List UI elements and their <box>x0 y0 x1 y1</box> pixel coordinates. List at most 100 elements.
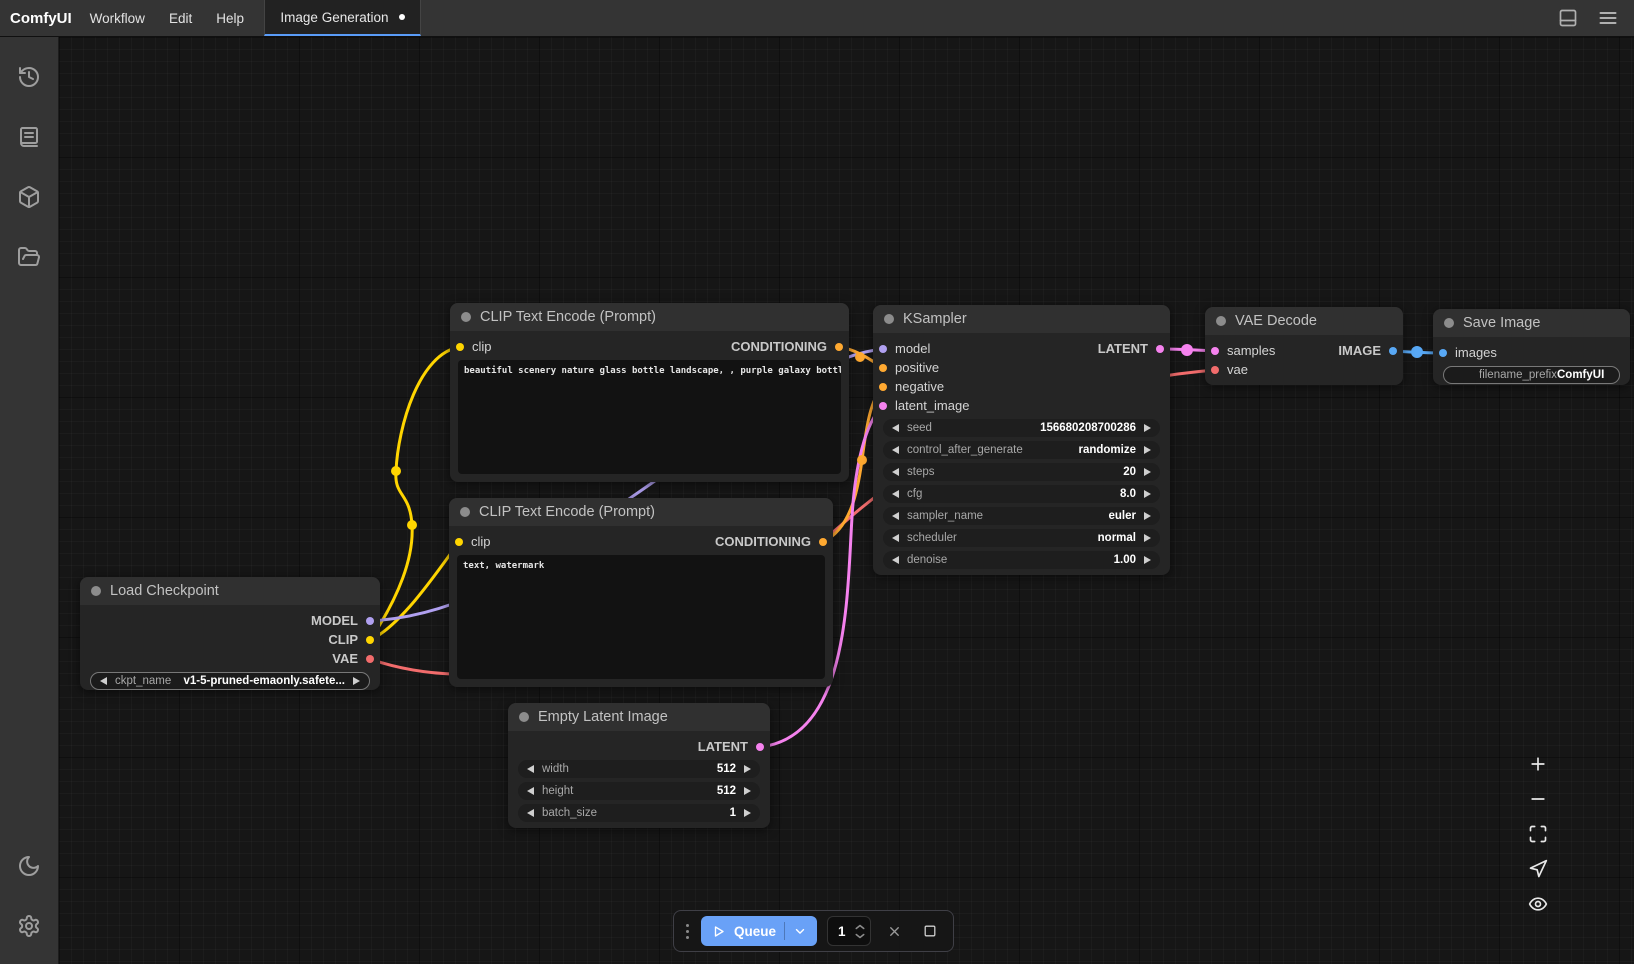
decrement-arrow-icon[interactable] <box>892 446 899 454</box>
decrement-arrow-icon[interactable] <box>527 787 534 795</box>
menu-edit[interactable]: Edit <box>169 0 192 36</box>
output-slot-conditioning[interactable] <box>835 343 843 351</box>
settings-gear-icon[interactable] <box>9 906 49 946</box>
output-slot-latent[interactable] <box>1156 345 1164 353</box>
increment-arrow-icon[interactable] <box>744 787 751 795</box>
model-library-icon[interactable] <box>9 177 49 217</box>
node-status-dot[interactable] <box>1216 316 1226 326</box>
interrupt-x-icon[interactable] <box>881 916 907 946</box>
increment-arrow-icon[interactable] <box>1144 490 1151 498</box>
history-icon[interactable] <box>9 57 49 97</box>
sampler-name-widget[interactable]: sampler_name euler <box>883 507 1160 525</box>
steps-widget[interactable]: steps 20 <box>883 463 1160 481</box>
scheduler-widget[interactable]: scheduler normal <box>883 529 1160 547</box>
app-logo[interactable]: ComfyUI <box>0 0 82 36</box>
node-status-dot[interactable] <box>461 312 471 322</box>
node-library-icon[interactable] <box>9 117 49 157</box>
step-down-icon[interactable] <box>854 932 866 940</box>
node-ksampler[interactable]: KSampler model LATENT positive negative <box>873 305 1170 575</box>
ckpt-name-widget[interactable]: ckpt_name v1-5-pruned-emaonly.safete... <box>90 672 370 690</box>
prompt-textarea[interactable]: text, watermark <box>457 555 825 679</box>
input-slot-samples[interactable] <box>1211 347 1219 355</box>
input-slot-negative[interactable] <box>879 383 887 391</box>
output-slot-image[interactable] <box>1389 347 1397 355</box>
increment-arrow-icon[interactable] <box>1144 534 1151 542</box>
width-widget[interactable]: width 512 <box>518 760 760 778</box>
denoise-widget[interactable]: denoise 1.00 <box>883 551 1160 569</box>
increment-arrow-icon[interactable] <box>1144 556 1151 564</box>
output-slot-vae[interactable] <box>366 655 374 663</box>
node-status-dot[interactable] <box>1444 318 1454 328</box>
node-status-dot[interactable] <box>460 507 470 517</box>
filename-prefix-widget[interactable]: filename_prefix ComfyUI <box>1443 366 1620 384</box>
input-slot-model[interactable] <box>879 345 887 353</box>
node-header[interactable]: CLIP Text Encode (Prompt) <box>449 498 833 526</box>
fit-view-icon[interactable] <box>1525 823 1551 845</box>
cfg-widget[interactable]: cfg 8.0 <box>883 485 1160 503</box>
menu-help[interactable]: Help <box>216 0 244 36</box>
menu-workflow[interactable]: Workflow <box>90 0 145 36</box>
queue-button[interactable]: Queue <box>701 916 817 946</box>
batch-size-widget[interactable]: batch_size 1 <box>518 804 760 822</box>
drag-handle-icon[interactable] <box>684 924 691 939</box>
input-slot-latent-image[interactable] <box>879 402 887 410</box>
select-mode-cursor-icon[interactable] <box>1525 858 1551 880</box>
input-slot-clip[interactable] <box>456 343 464 351</box>
decrement-arrow-icon[interactable] <box>892 512 899 520</box>
zoom-in-icon[interactable] <box>1525 753 1551 775</box>
decrement-arrow-icon[interactable] <box>892 534 899 542</box>
output-slot-clip[interactable] <box>366 636 374 644</box>
increment-arrow-icon[interactable] <box>744 765 751 773</box>
prompt-textarea[interactable]: beautiful scenery nature glass bottle la… <box>458 360 841 474</box>
node-empty-latent-image[interactable]: Empty Latent Image LATENT width 512 heig… <box>508 703 770 828</box>
increment-arrow-icon[interactable] <box>1144 446 1151 454</box>
node-status-dot[interactable] <box>519 712 529 722</box>
node-header[interactable]: KSampler <box>873 305 1170 333</box>
decrement-arrow-icon[interactable] <box>100 677 107 685</box>
increment-arrow-icon[interactable] <box>744 809 751 817</box>
increment-arrow-icon[interactable] <box>1144 468 1151 476</box>
zoom-out-icon[interactable] <box>1525 788 1551 810</box>
decrement-arrow-icon[interactable] <box>892 468 899 476</box>
node-header[interactable]: VAE Decode <box>1205 307 1403 335</box>
seed-widget[interactable]: seed 156680208700286 <box>883 419 1160 437</box>
output-slot-conditioning[interactable] <box>819 538 827 546</box>
control-after-generate-widget[interactable]: control_after_generate randomize <box>883 441 1160 459</box>
height-widget[interactable]: height 512 <box>518 782 760 800</box>
bottom-panel-toggle-icon[interactable] <box>1558 8 1578 28</box>
tab-image-generation[interactable]: Image Generation <box>264 0 421 36</box>
increment-arrow-icon[interactable] <box>1144 424 1151 432</box>
node-clip-text-encode-negative[interactable]: CLIP Text Encode (Prompt) clip CONDITION… <box>449 498 833 687</box>
decrement-arrow-icon[interactable] <box>892 556 899 564</box>
input-slot-clip[interactable] <box>455 538 463 546</box>
hamburger-menu-icon[interactable] <box>1598 8 1618 28</box>
toggle-link-visibility-eye-icon[interactable] <box>1525 893 1551 915</box>
node-status-dot[interactable] <box>884 314 894 324</box>
output-slot-model[interactable] <box>366 617 374 625</box>
input-slot-images[interactable] <box>1439 349 1447 357</box>
node-load-checkpoint[interactable]: Load Checkpoint MODEL CLIP VAE ckpt_nam <box>80 577 380 690</box>
node-header[interactable]: Empty Latent Image <box>508 703 770 731</box>
decrement-arrow-icon[interactable] <box>527 765 534 773</box>
increment-arrow-icon[interactable] <box>1144 512 1151 520</box>
node-header[interactable]: CLIP Text Encode (Prompt) <box>450 303 849 331</box>
node-save-image[interactable]: Save Image images filename_prefix ComfyU… <box>1433 309 1630 385</box>
increment-arrow-icon[interactable] <box>353 677 360 685</box>
input-slot-positive[interactable] <box>879 364 887 372</box>
workflows-folder-icon[interactable] <box>9 237 49 277</box>
input-slot-vae[interactable] <box>1211 366 1219 374</box>
node-vae-decode[interactable]: VAE Decode samples IMAGE vae <box>1205 307 1403 385</box>
batch-count-stepper[interactable]: 1 <box>827 916 871 946</box>
node-header[interactable]: Load Checkpoint <box>80 577 380 605</box>
theme-toggle-moon-icon[interactable] <box>9 846 49 886</box>
output-slot-latent[interactable] <box>756 743 764 751</box>
node-header[interactable]: Save Image <box>1433 309 1630 337</box>
node-graph-canvas[interactable]: Load Checkpoint MODEL CLIP VAE ckpt_nam <box>59 37 1634 964</box>
node-clip-text-encode-positive[interactable]: CLIP Text Encode (Prompt) clip CONDITION… <box>450 303 849 482</box>
decrement-arrow-icon[interactable] <box>892 424 899 432</box>
decrement-arrow-icon[interactable] <box>527 809 534 817</box>
node-status-dot[interactable] <box>91 586 101 596</box>
step-up-icon[interactable] <box>854 923 866 931</box>
stop-square-icon[interactable] <box>917 916 943 946</box>
decrement-arrow-icon[interactable] <box>892 490 899 498</box>
